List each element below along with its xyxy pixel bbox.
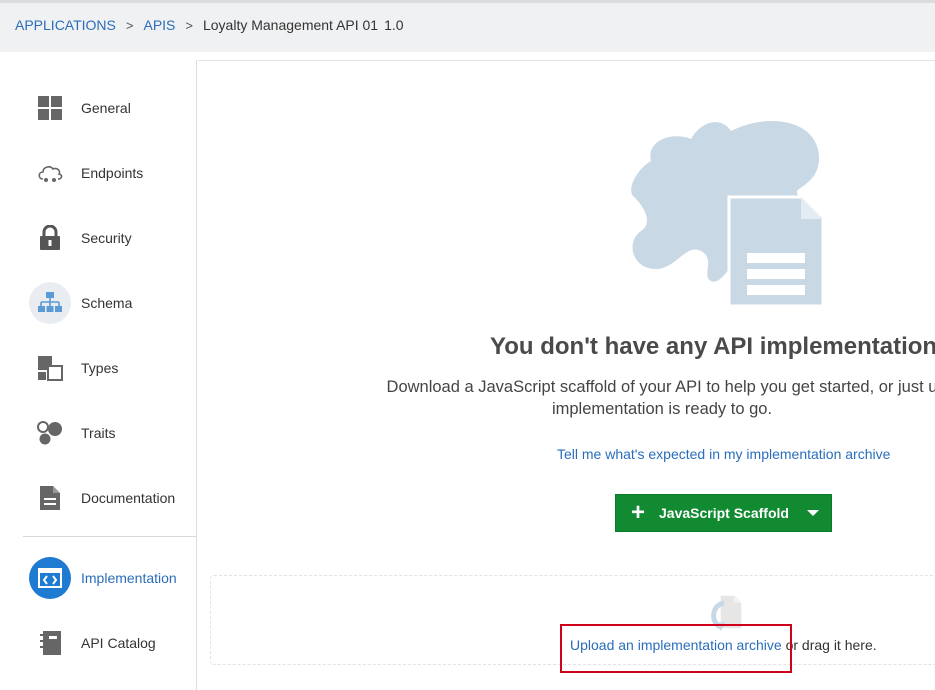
sidebar-item-label: Endpoints [81,165,144,181]
javascript-scaffold-button[interactable]: + JavaScript Scaffold [615,494,832,532]
breadcrumb-apis-link[interactable]: APIS [143,17,175,33]
types-icon [29,347,71,389]
sidebar-item-label: Security [81,230,132,246]
catalog-icon [29,622,71,664]
sidebar-item-label: Schema [81,295,133,311]
code-icon [29,557,71,599]
grid-icon [29,87,71,129]
sidebar-item-implementation[interactable]: Implementation [0,553,197,603]
top-bar: APPLICATIONS > APIS > Loyalty Management… [0,0,935,52]
sidebar-item-api-catalog[interactable]: API Catalog [0,618,197,668]
sidebar-item-label: Documentation [81,490,176,506]
puzzle-document-illustration [631,121,825,307]
sidebar-divider [23,536,197,537]
sidebar-item-general[interactable]: General [0,83,197,133]
sidebar: General Endpoints Security Schema Types … [0,60,197,690]
breadcrumb-version: 1.0 [384,17,404,33]
plus-icon: + [631,499,646,526]
hierarchy-icon [29,282,71,324]
document-icon [29,477,71,519]
implementation-help-link[interactable]: Tell me what's expected in my implementa… [557,446,890,462]
sidebar-item-label: Traits [81,425,116,441]
cloud-icon [29,152,71,194]
upload-suffix: or drag it here. [781,637,877,653]
breadcrumb: APPLICATIONS > APIS > Loyalty Management… [15,17,404,33]
scaffold-button-label: JavaScript Scaffold [659,505,789,521]
highlight-box [560,624,792,673]
sidebar-item-label: Types [81,360,119,376]
sidebar-item-label: Implementation [81,570,177,586]
sidebar-item-label: API Catalog [81,635,156,651]
sidebar-item-endpoints[interactable]: Endpoints [0,148,197,198]
traits-icon [29,412,71,454]
sidebar-item-traits[interactable]: Traits [0,408,197,458]
sidebar-item-schema[interactable]: Schema [0,278,197,328]
sidebar-item-documentation[interactable]: Documentation [0,473,197,523]
lock-icon [29,217,71,259]
main-content: You don't have any API implementation Do… [198,60,935,690]
page-title: You don't have any API implementation [490,333,935,360]
breadcrumb-separator: > [125,17,134,33]
breadcrumb-separator: > [185,17,193,33]
chevron-down-icon[interactable] [806,510,819,516]
sidebar-item-types[interactable]: Types [0,343,197,393]
breadcrumb-current: Loyalty Management API 01 [202,17,379,33]
breadcrumb-applications-link[interactable]: APPLICATIONS [15,17,116,33]
sidebar-item-security[interactable]: Security [0,213,197,263]
page-description: Download a JavaScript scaffold of your A… [386,378,935,418]
sidebar-item-label: General [81,100,131,116]
